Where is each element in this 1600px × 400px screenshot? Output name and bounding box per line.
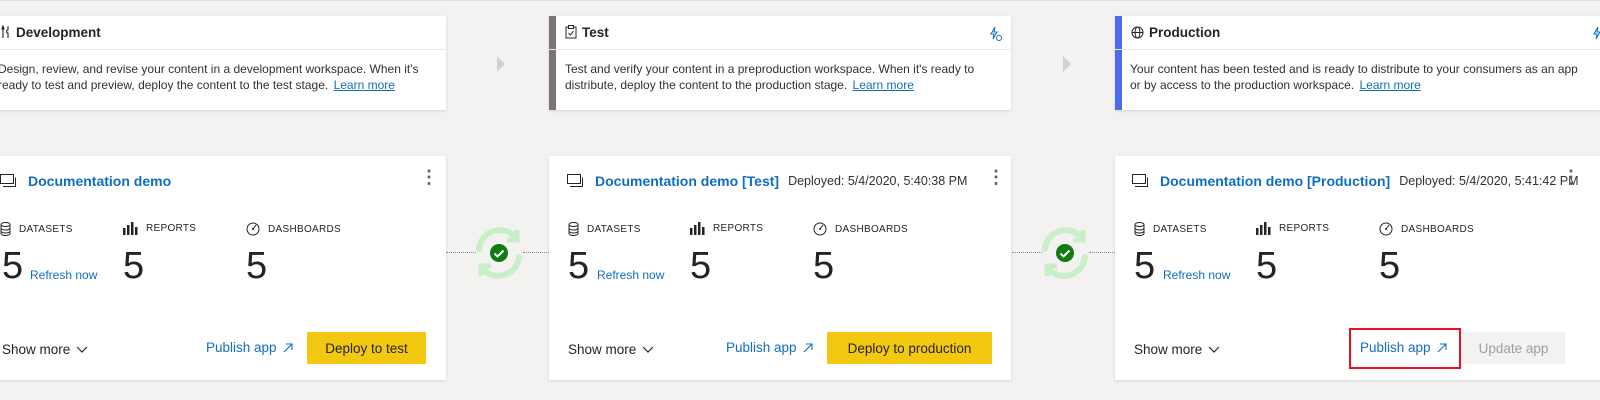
reports-count: 5 (1256, 245, 1278, 287)
bar-chart-icon (123, 222, 138, 235)
deploy-to-production-button[interactable]: Deploy to production (827, 332, 992, 364)
stage-description: Test and verify your content in a prepro… (565, 62, 975, 92)
stage-description: Design, review, and revise your content … (0, 62, 419, 92)
datasets-count: 5 (2, 245, 24, 287)
database-icon (568, 222, 579, 236)
stage-card-production: Production Your content has been tested … (1115, 16, 1600, 110)
metric-datasets: DATASETS 5 Refresh now (568, 222, 665, 287)
gauge-icon (813, 222, 827, 236)
deployment-rules-icon[interactable] (1590, 25, 1600, 43)
learn-more-link[interactable]: Learn more (853, 78, 914, 92)
metric-reports: REPORTS 5 (123, 222, 197, 287)
bar-chart-icon (1256, 222, 1271, 235)
deploy-to-test-button[interactable]: Deploy to test (307, 332, 426, 364)
update-app-button[interactable]: Update app (1462, 332, 1565, 364)
metric-dashboards: DASHBOARDS 5 (246, 222, 342, 287)
workspace-header: Documentation demo [Production] Deployed… (1115, 170, 1600, 192)
reports-count: 5 (690, 245, 712, 287)
metric-reports: REPORTS 5 (1256, 222, 1330, 287)
more-options-icon[interactable]: ⋮ (420, 168, 438, 186)
workspace-icon (0, 172, 18, 190)
learn-more-link[interactable]: Learn more (1359, 78, 1420, 92)
dashboards-count: 5 (813, 245, 835, 287)
publish-app-link[interactable]: Publish app (206, 340, 293, 355)
show-more-toggle[interactable]: Show more (568, 342, 654, 357)
metric-reports: REPORTS 5 (690, 222, 764, 287)
metric-datasets: DATASETS 5 Refresh now (1134, 222, 1231, 287)
workspace-header: Documentation demo [Test] Deployed: 5/4/… (549, 170, 1011, 192)
refresh-now-link[interactable]: Refresh now (1163, 268, 1230, 282)
tools-icon (1, 24, 11, 42)
clipboard-check-icon (565, 24, 577, 42)
deployment-rules-icon[interactable] (987, 25, 1003, 43)
stage-title: Production (1149, 25, 1221, 40)
gauge-icon (1379, 222, 1393, 236)
stage-header: Development (0, 16, 446, 50)
external-link-icon (803, 342, 813, 352)
dashboards-count: 5 (1379, 245, 1401, 287)
dashboards-count: 5 (246, 245, 268, 287)
metric-dashboards: DASHBOARDS 5 (1379, 222, 1475, 287)
external-link-icon (283, 342, 293, 352)
deployed-timestamp: Deployed: 5/4/2020, 5:41:42 PM (1399, 174, 1579, 188)
deployment-status-connector (441, 225, 557, 281)
reports-count: 5 (123, 245, 145, 287)
top-divider (0, 0, 1600, 1)
bar-chart-icon (690, 222, 705, 235)
chevron-down-icon (76, 346, 88, 353)
show-more-toggle[interactable]: Show more (1134, 342, 1220, 357)
stage-title: Test (582, 25, 609, 40)
chevron-down-icon (642, 346, 654, 353)
show-more-toggle[interactable]: Show more (2, 342, 88, 357)
publish-app-link[interactable]: Publish app (726, 340, 813, 355)
workspace-icon (567, 172, 585, 190)
sync-success-icon (476, 227, 522, 279)
stage-arrow-icon (497, 56, 505, 72)
datasets-count: 5 (1134, 245, 1156, 287)
metric-dashboards: DASHBOARDS 5 (813, 222, 909, 287)
stage-description: Your content has been tested and is read… (1130, 62, 1578, 92)
learn-more-link[interactable]: Learn more (334, 78, 395, 92)
database-icon (0, 222, 11, 236)
stage-card-development: Development Design, review, and revise y… (0, 16, 446, 110)
publish-app-highlight (1349, 328, 1461, 369)
stage-title: Development (16, 25, 101, 40)
stage-arrow-icon (1063, 56, 1071, 72)
workspace-name-link[interactable]: Documentation demo [Test] (595, 173, 779, 189)
workspace-card-test: Documentation demo [Test] Deployed: 5/4/… (549, 156, 1011, 380)
more-options-icon[interactable]: ⋮ (1562, 168, 1580, 186)
more-options-icon[interactable]: ⋮ (987, 168, 1005, 186)
datasets-count: 5 (568, 245, 590, 287)
deployment-status-connector (1007, 225, 1123, 281)
workspace-header: Documentation demo (0, 170, 446, 192)
deployed-timestamp: Deployed: 5/4/2020, 5:40:38 PM (788, 174, 968, 188)
workspace-card-development: Documentation demo ⋮ DATASETS 5 Refresh … (0, 156, 446, 380)
sync-success-icon (1042, 227, 1088, 279)
workspace-name-link[interactable]: Documentation demo [Production] (1160, 173, 1390, 189)
workspace-icon (1132, 172, 1150, 190)
chevron-down-icon (1208, 346, 1220, 353)
stage-header: Production (1115, 16, 1600, 50)
stage-card-test: Test Test and verify your content in a p… (549, 16, 1011, 110)
gauge-icon (246, 222, 260, 236)
refresh-now-link[interactable]: Refresh now (597, 268, 664, 282)
refresh-now-link[interactable]: Refresh now (30, 268, 97, 282)
globe-icon (1131, 24, 1144, 42)
database-icon (1134, 222, 1145, 236)
stage-header: Test (549, 16, 1011, 50)
metric-datasets: DATASETS 5 Refresh now (0, 222, 98, 287)
workspace-name-link[interactable]: Documentation demo (28, 173, 171, 189)
